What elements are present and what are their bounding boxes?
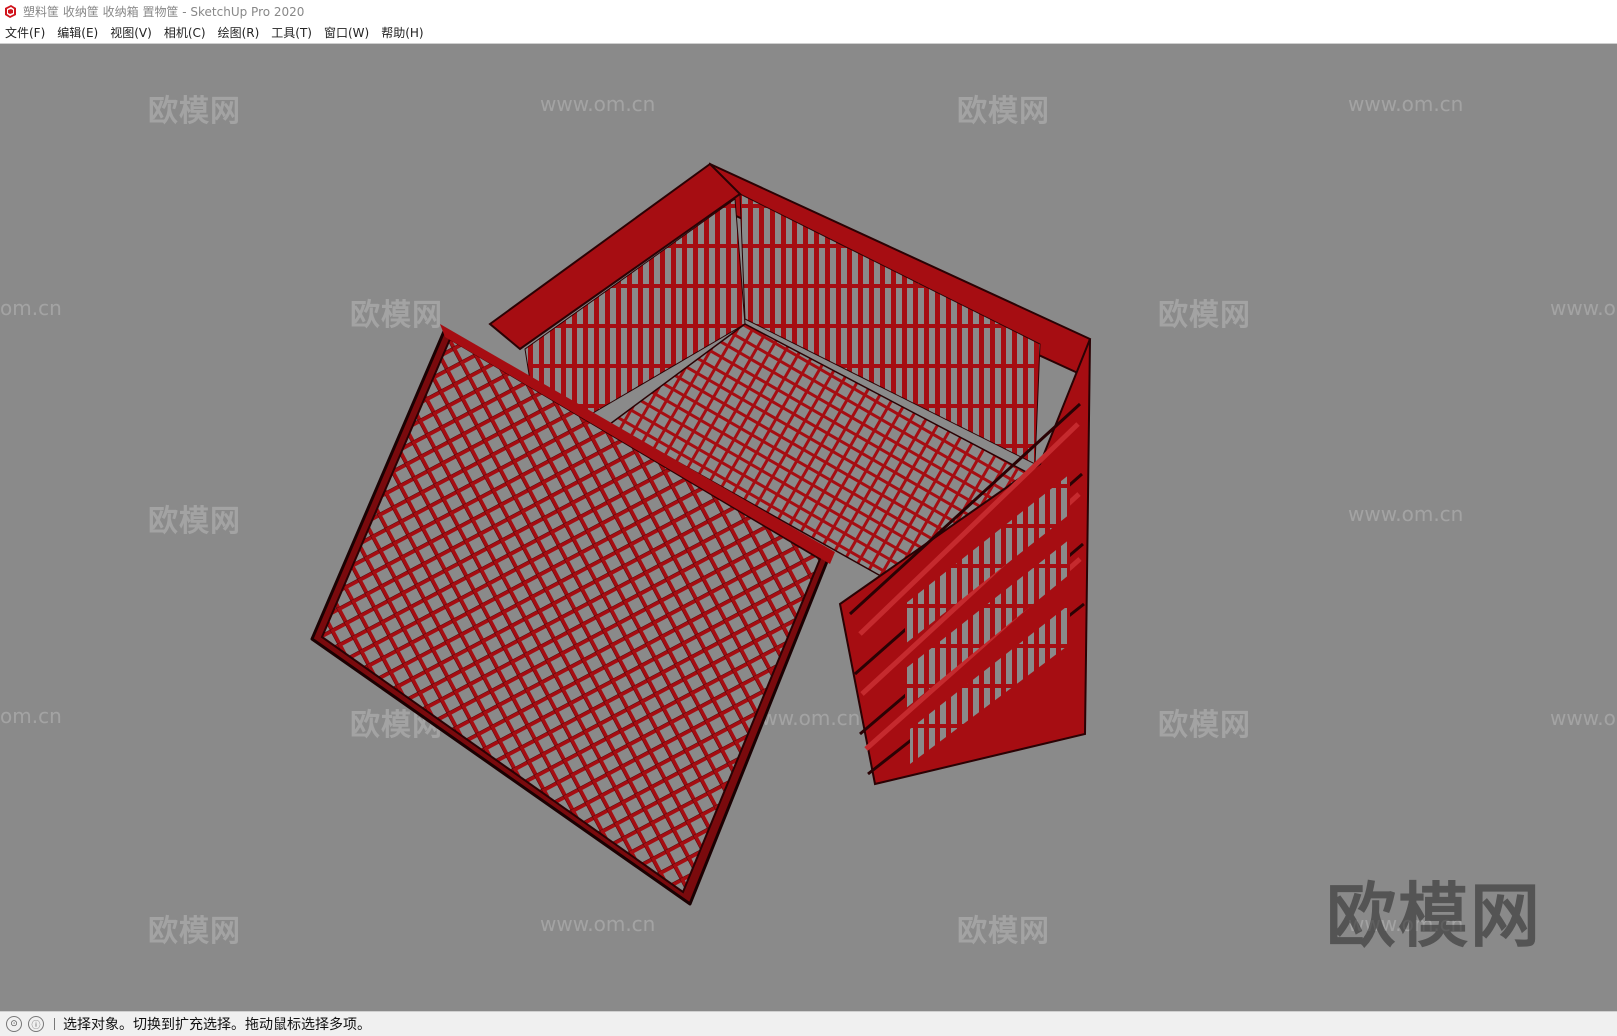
status-divider (54, 1018, 55, 1030)
model-viewport[interactable]: 欧模网 www.om.cn 欧模网 www.om.cn om.cn 欧模网 ww… (0, 44, 1617, 1011)
status-bar: ⊙ ⓘ 选择对象。切换到扩充选择。拖动鼠标选择多项。 (0, 1011, 1617, 1036)
credits-icon[interactable]: ⓘ (28, 1016, 44, 1032)
menu-file[interactable]: 文件(F) (0, 24, 52, 41)
status-message: 选择对象。切换到扩充选择。拖动鼠标选择多项。 (63, 1017, 371, 1033)
crate-model[interactable] (0, 44, 1617, 1011)
menu-edit[interactable]: 编辑(E) (52, 24, 105, 41)
window-title: 塑料筐 收纳筐 收纳箱 置物筐 - SketchUp Pro 2020 (23, 4, 305, 19)
geo-location-icon[interactable]: ⊙ (6, 1016, 22, 1032)
menu-draw[interactable]: 绘图(R) (213, 24, 267, 41)
menu-window[interactable]: 窗口(W) (319, 24, 376, 41)
menu-tools[interactable]: 工具(T) (266, 24, 319, 41)
menu-help[interactable]: 帮助(H) (376, 24, 430, 41)
menu-bar: 文件(F) 编辑(E) 视图(V) 相机(C) 绘图(R) 工具(T) 窗口(W… (0, 22, 1617, 44)
menu-camera[interactable]: 相机(C) (159, 24, 213, 41)
title-bar: 塑料筐 收纳筐 收纳箱 置物筐 - SketchUp Pro 2020 (0, 0, 1617, 22)
menu-view[interactable]: 视图(V) (105, 24, 159, 41)
sketchup-app-icon (4, 4, 17, 18)
